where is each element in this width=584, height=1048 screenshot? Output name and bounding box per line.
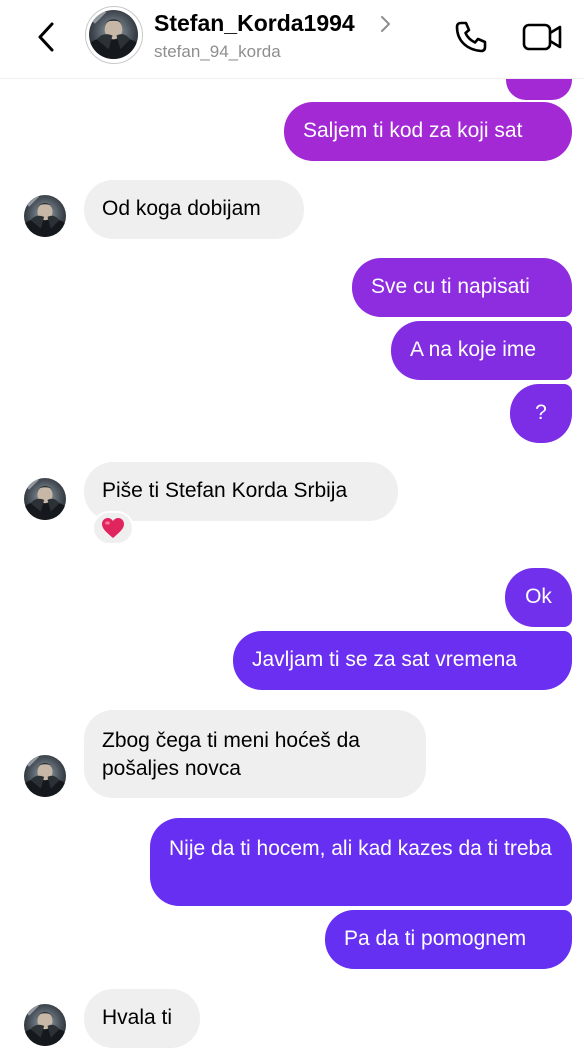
message-text: Piše ti Stefan Korda Srbija (102, 479, 348, 502)
message-text: Saljem ti kod za koji sat (303, 119, 523, 142)
chevron-left-icon (38, 22, 54, 52)
profile-handle[interactable]: stefan_94_korda (154, 42, 281, 62)
video-camera-icon (522, 23, 562, 51)
outgoing-message-bubble[interactable]: Saljem ti kod za koji sat (284, 102, 572, 161)
incoming-message-bubble[interactable]: Hvala ti (84, 989, 200, 1048)
profile-chevron[interactable] (378, 14, 392, 34)
contact-avatar[interactable] (24, 755, 66, 797)
back-button[interactable] (30, 18, 64, 56)
outgoing-message-bubble[interactable]: Javljam ti se za sat vremena (233, 631, 572, 690)
outgoing-message-bubble[interactable]: Sve cu ti napisati (352, 258, 572, 317)
outgoing-message-bubble[interactable]: ? (510, 384, 572, 443)
message-text: Javljam ti se za sat vremena (252, 648, 517, 671)
contact-avatar[interactable] (24, 478, 66, 520)
outgoing-message-bubble[interactable]: Pa da ti pomognem (325, 910, 572, 969)
incoming-message-bubble[interactable]: Zbog čega ti meni hoćeš da pošaljes novc… (84, 710, 426, 798)
message-text: Pa da ti pomognem (344, 927, 527, 950)
message-text: Zbog čega ti meni hoćeš da pošaljes novc… (102, 729, 360, 780)
voice-call-button[interactable] (452, 18, 490, 56)
message-reaction[interactable] (92, 511, 134, 545)
outgoing-message-bubble[interactable]: A na koje ime (391, 321, 572, 380)
message-text: Hvala ti (102, 1006, 173, 1029)
message-text: ? (535, 401, 547, 424)
profile-avatar[interactable] (85, 6, 143, 64)
contact-avatar[interactable] (24, 195, 66, 237)
outgoing-message-bubble[interactable]: Ok (505, 568, 572, 627)
profile-username[interactable]: Stefan_Korda1994 (154, 10, 355, 37)
message-text: A na koje ime (410, 338, 537, 361)
red-heart-icon (102, 518, 124, 538)
message-text: Nije da ti hocem, ali kad kazes da ti tr… (169, 837, 552, 860)
incoming-message-bubble[interactable]: Piše ti Stefan Korda Srbija (84, 462, 398, 521)
outgoing-message-bubble[interactable]: Nije da ti hocem, ali kad kazes da ti tr… (150, 818, 572, 906)
phone-icon (455, 21, 487, 53)
video-call-button[interactable] (520, 18, 564, 56)
message-text: Od koga dobijam (102, 197, 261, 220)
chat-header: Stefan_Korda1994 stefan_94_korda (0, 0, 584, 79)
chevron-right-icon (381, 16, 390, 32)
message-thread[interactable]: Saljem ti kod za koji sat Od koga dobija… (0, 0, 584, 1048)
message-text: Ok (525, 585, 552, 608)
message-text: Sve cu ti napisati (371, 275, 530, 298)
incoming-message-bubble[interactable]: Od koga dobijam (84, 180, 304, 239)
